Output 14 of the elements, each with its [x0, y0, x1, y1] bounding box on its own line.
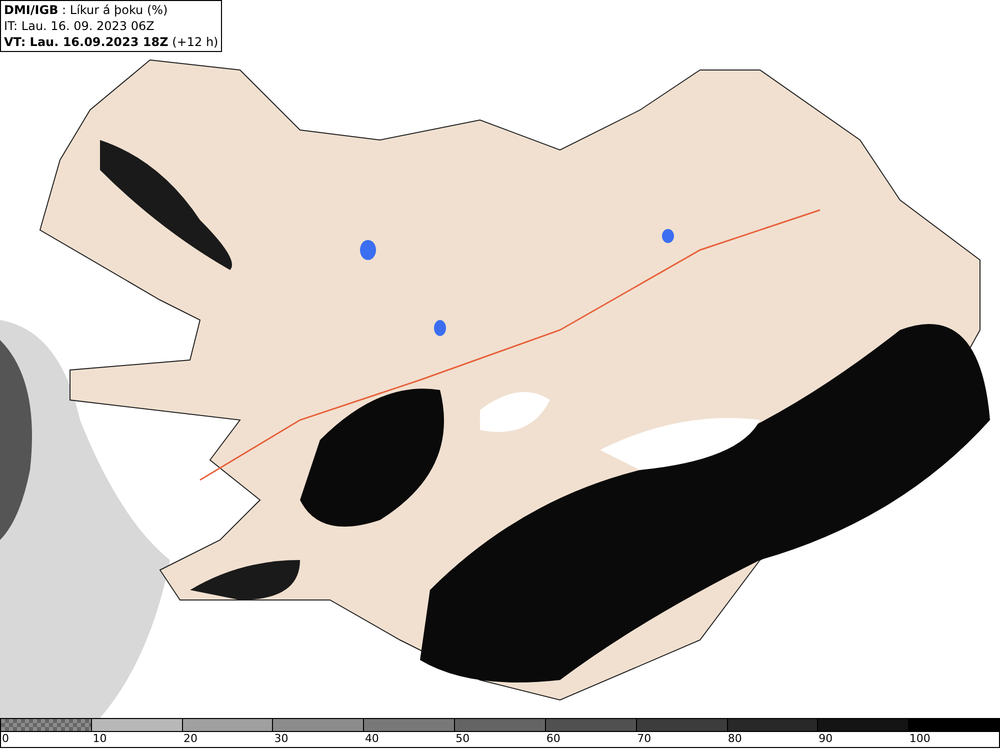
scale-label: 20	[183, 733, 198, 745]
scale-label: 100	[909, 733, 930, 745]
scale-label: 30	[274, 733, 288, 745]
scale-label: 90	[818, 733, 833, 745]
scale-label: 0	[2, 733, 9, 745]
info-text: IT: Lau. 16. 09. 2023 06Z	[4, 18, 156, 34]
info-text: DMI/IGB : Líkur á þoku (%)	[4, 2, 169, 18]
scale-label: 10	[92, 733, 107, 745]
info-text: VT: Lau. 16.09.2023 18Z (+12 h)	[4, 34, 218, 50]
scale-label: 60	[546, 733, 560, 745]
scale-label: 40	[364, 733, 379, 745]
scale-label: 50	[456, 733, 470, 745]
scale-label: 80	[728, 733, 742, 745]
scale-label: 70	[637, 733, 652, 745]
